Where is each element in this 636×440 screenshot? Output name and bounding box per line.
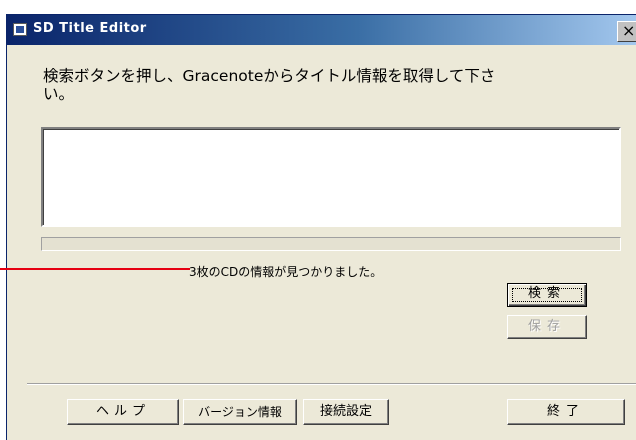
exit-button[interactable]: 終了: [507, 399, 625, 425]
title-bar[interactable]: SD Title Editor ×: [7, 15, 636, 45]
app-icon: [13, 23, 27, 36]
close-button[interactable]: ×: [617, 21, 636, 42]
screenshot-canvas: SD Title Editor × 検索ボタンを押し、Gracenoteからタイ…: [0, 0, 636, 440]
divider: [27, 383, 636, 385]
progress-bar: [41, 237, 621, 251]
connection-settings-button[interactable]: 接続設定: [303, 399, 389, 425]
instruction-text: 検索ボタンを押し、Gracenoteからタイトル情報を取得して下さい。: [43, 67, 496, 103]
search-button[interactable]: 検索: [507, 283, 587, 307]
window-title: SD Title Editor: [33, 21, 147, 36]
annotation-pointer-line: [0, 268, 190, 270]
help-button[interactable]: ヘルプ: [67, 399, 179, 425]
sd-title-editor-window: SD Title Editor × 検索ボタンを押し、Gracenoteからタイ…: [6, 14, 636, 440]
save-button[interactable]: 保存: [507, 315, 587, 339]
result-list[interactable]: [41, 127, 621, 227]
status-message: 3枚のCDの情報が見つかりました。: [189, 265, 383, 279]
version-info-button[interactable]: バージョン情報: [183, 399, 297, 425]
